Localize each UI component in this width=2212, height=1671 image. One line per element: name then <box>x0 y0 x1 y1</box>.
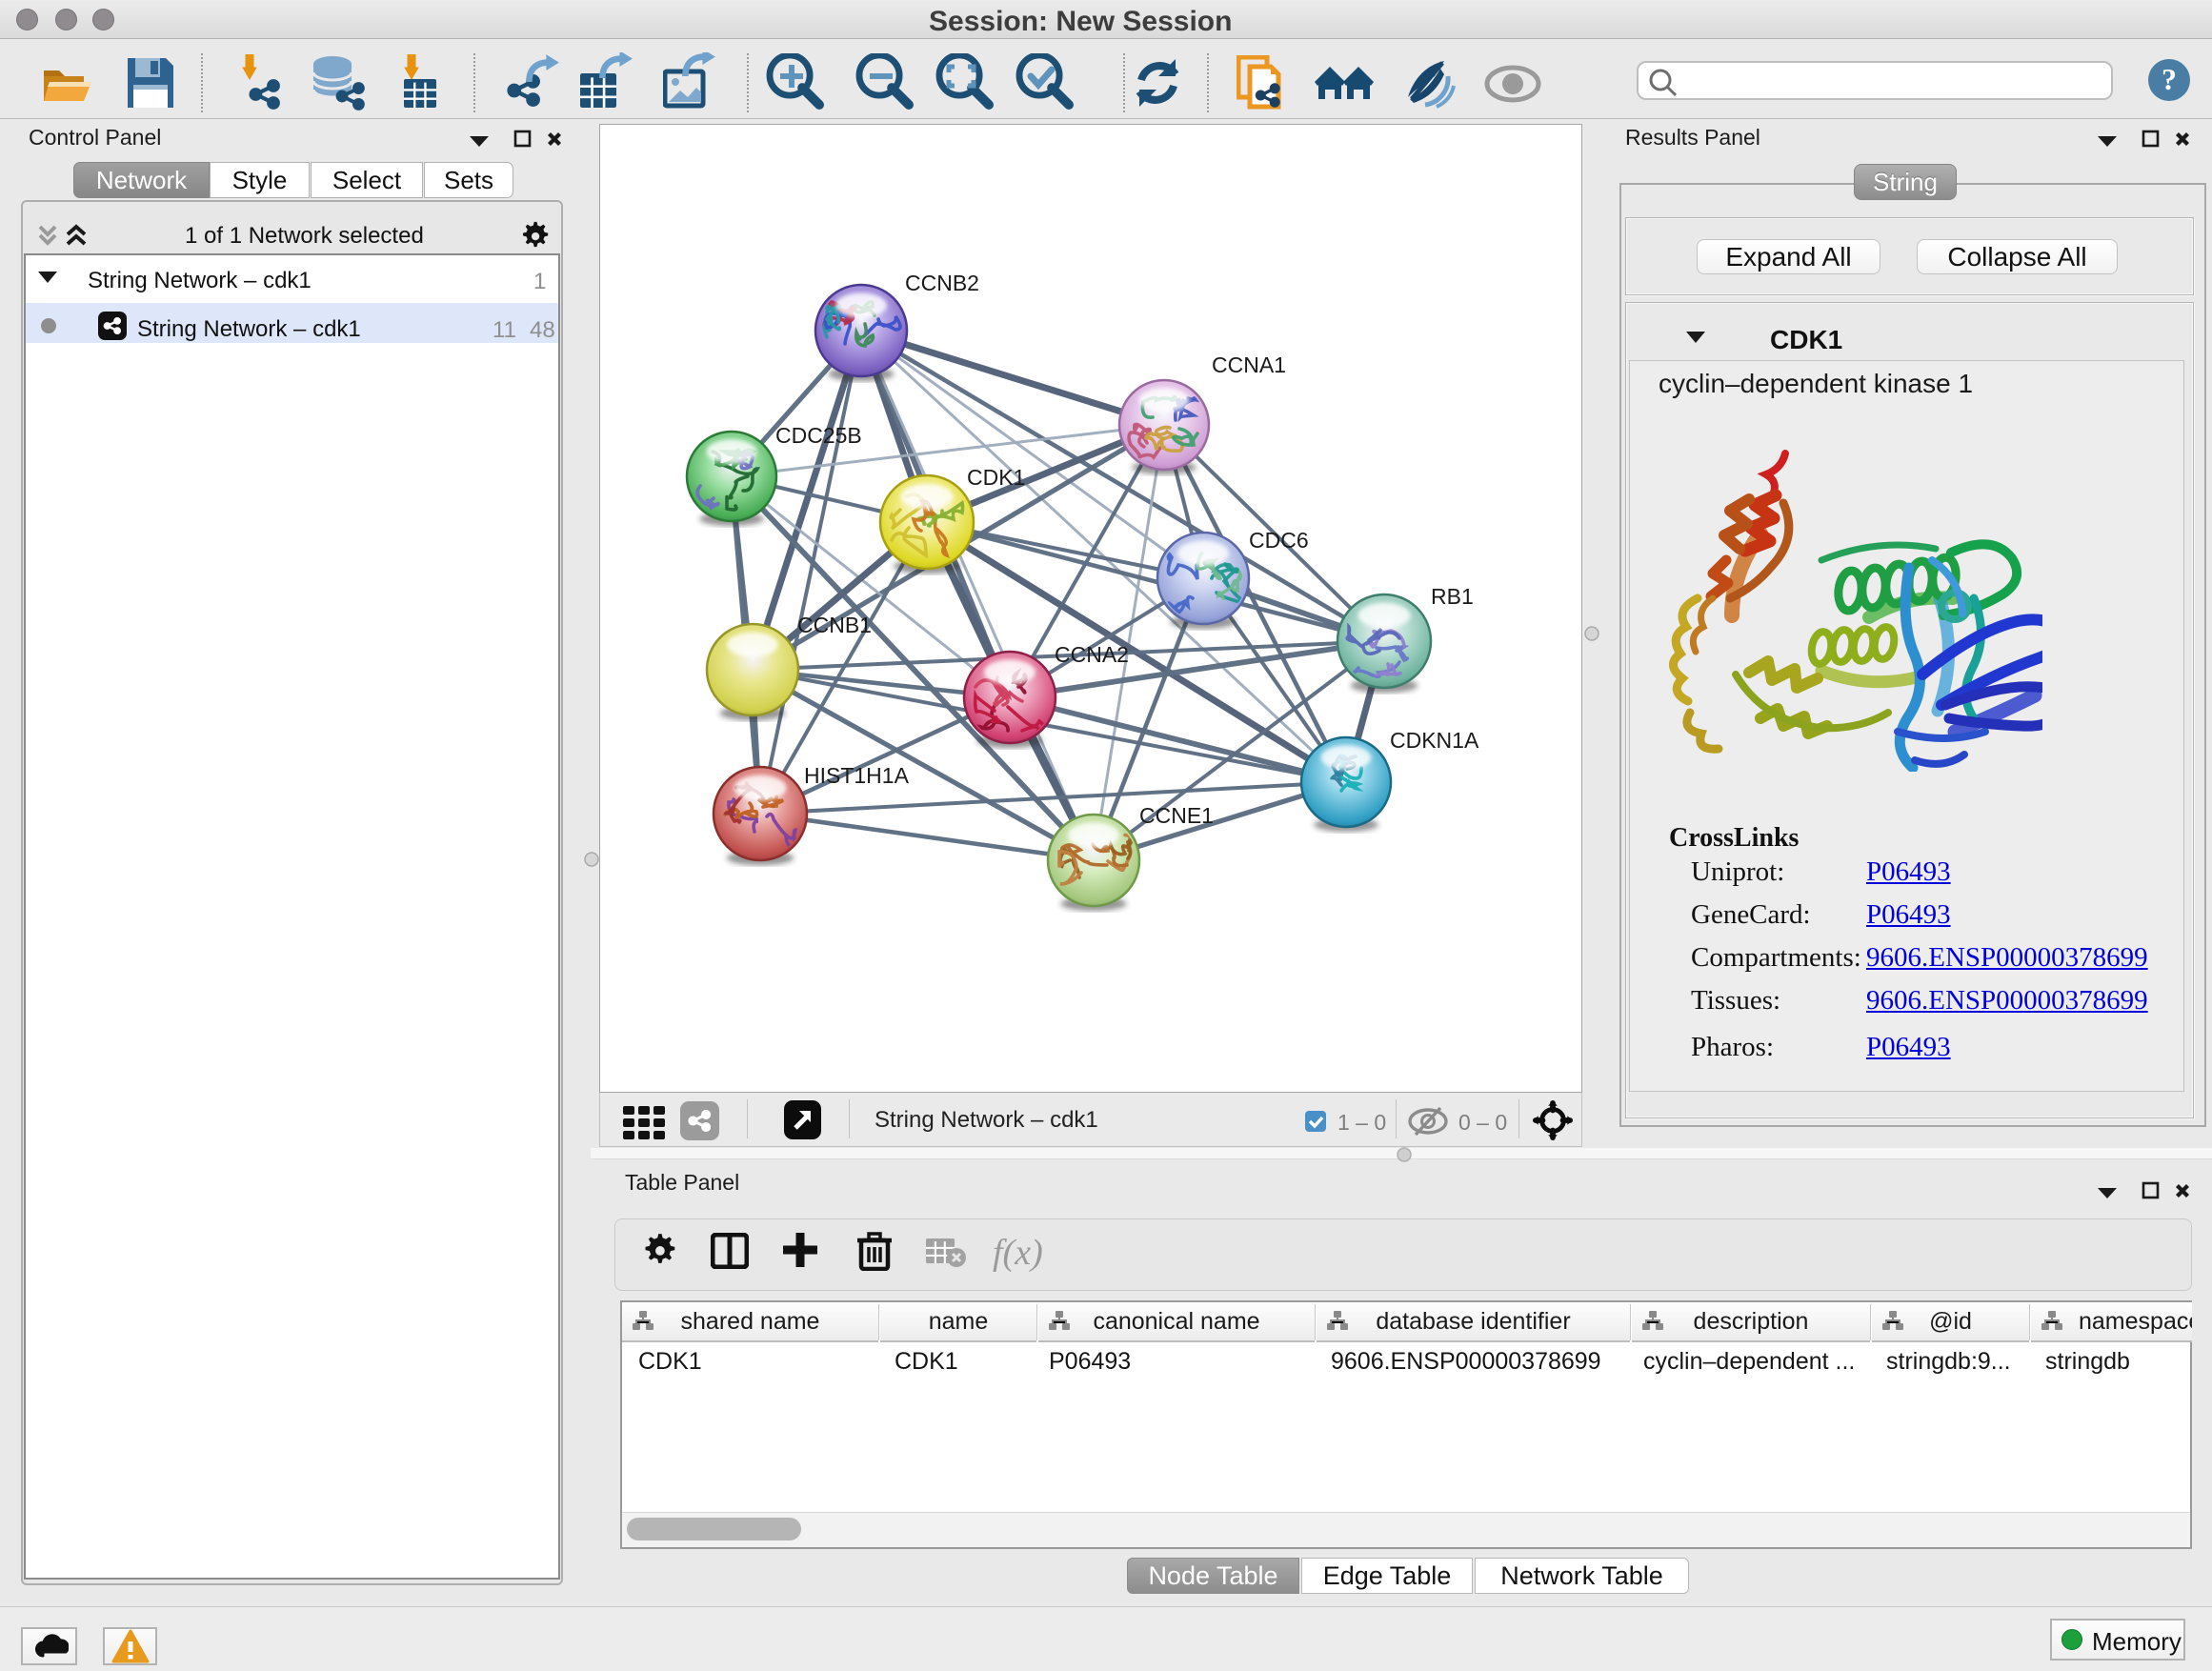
svg-text:CCNA1: CCNA1 <box>1212 352 1286 377</box>
svg-text:CDK1: CDK1 <box>967 465 1025 490</box>
svg-text:CDKN1A: CDKN1A <box>1390 728 1479 753</box>
svg-text:CCNB2: CCNB2 <box>905 271 979 295</box>
svg-text:CDC25B: CDC25B <box>775 423 862 448</box>
svg-text:RB1: RB1 <box>1431 584 1474 609</box>
svg-text:CCNE1: CCNE1 <box>1139 803 1214 828</box>
svg-text:CCNB1: CCNB1 <box>797 613 872 637</box>
svg-text:?: ? <box>2162 62 2177 96</box>
svg-text:HIST1H1A: HIST1H1A <box>804 763 910 788</box>
svg-text:CCNA2: CCNA2 <box>1055 642 1129 667</box>
svg-text:CDC6: CDC6 <box>1249 528 1309 553</box>
